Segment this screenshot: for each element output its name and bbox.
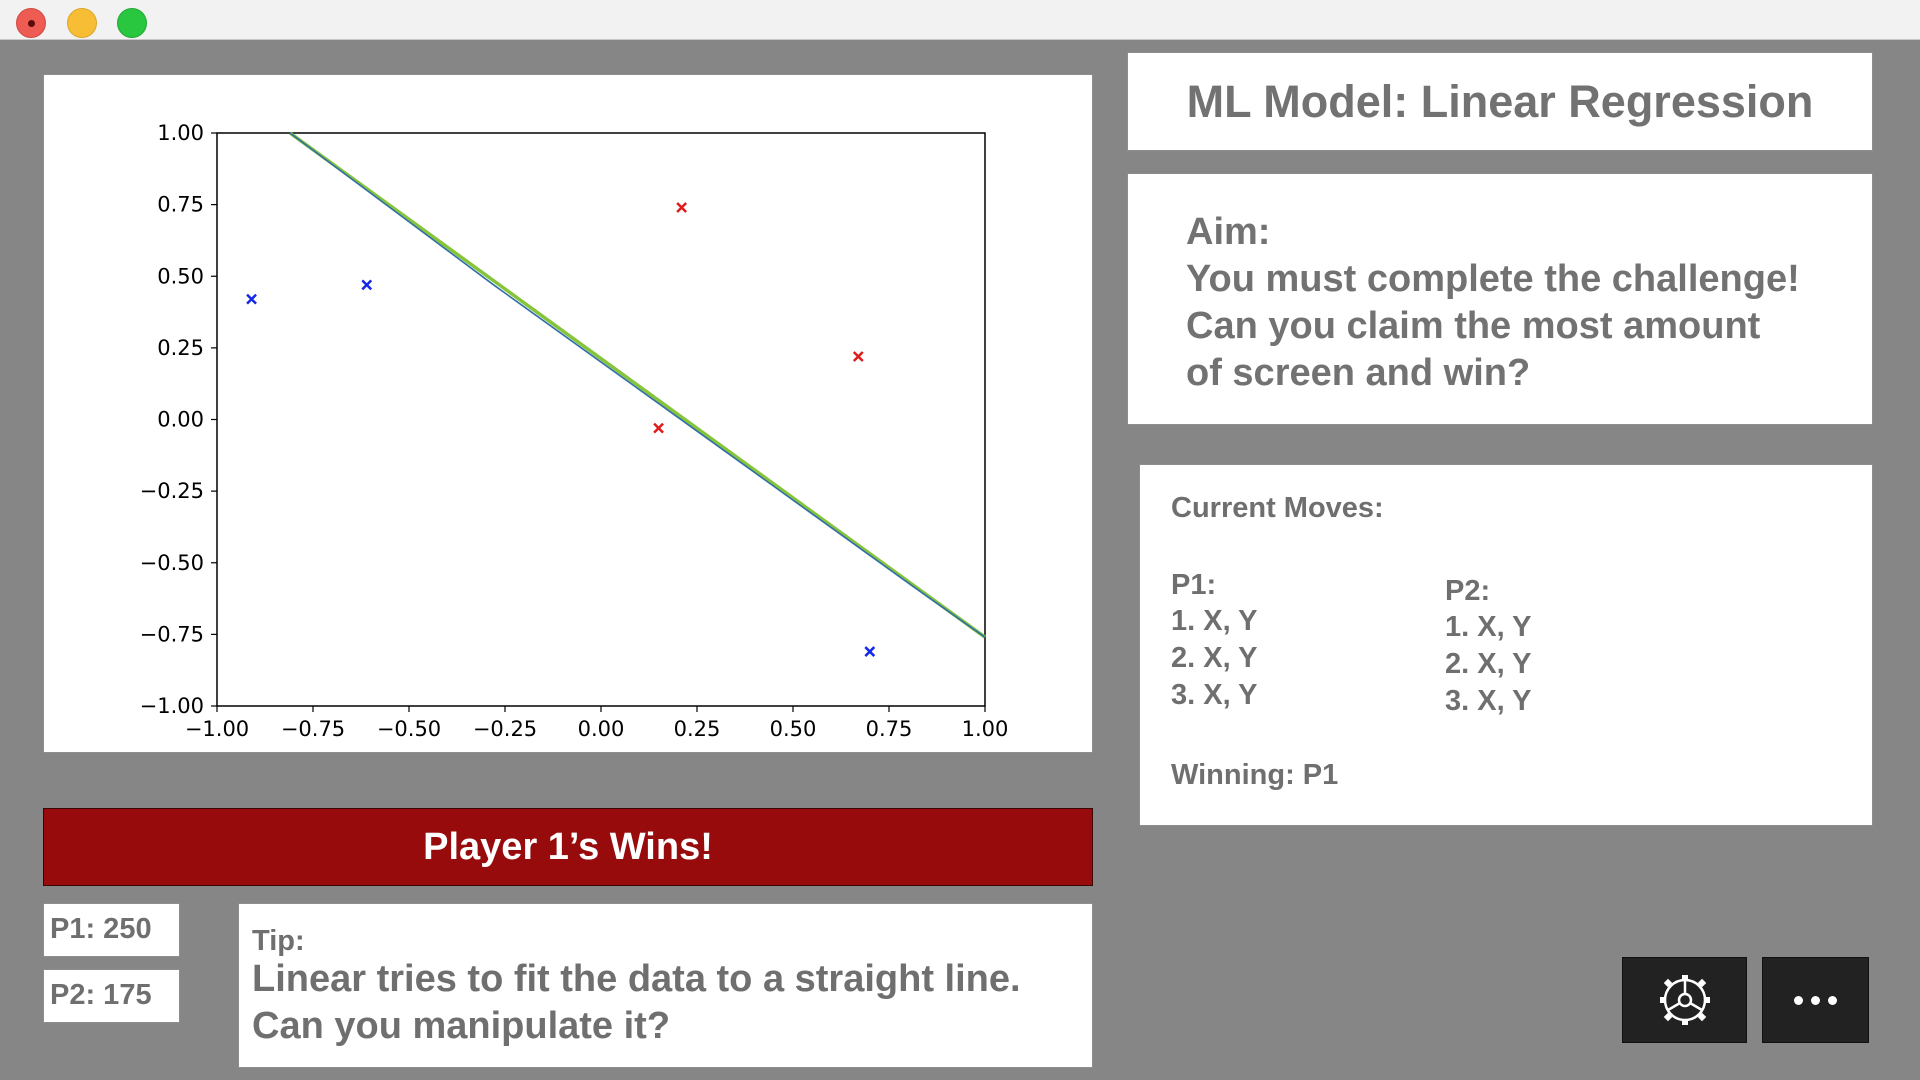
scatter-chart[interactable]: −1.00 −0.75 −0.50 −0.25 0.00 0.25 0.50 0.75 1.00… [44,75,1094,754]
p2-moves-label: P2: [1445,575,1491,607]
data-point [361,279,373,291]
page-title: ML Model: Linear Regression [1186,75,1814,127]
data-point [653,422,664,434]
y-tick-label: 0.75 [157,193,204,217]
x-tick-label: −0.25 [473,717,537,741]
data-point [864,646,876,657]
window-titlebar [0,0,1920,40]
x-tick-label: 0.25 [674,717,721,741]
x-tick-label: 1.00 [962,717,1009,741]
model-title-panel: ML Model: Linear Regression [1127,52,1873,151]
y-tick-label: −0.25 [140,479,204,503]
aim-line: Can you claim the most amount [1186,305,1761,347]
p1-move-item: 1. X, Y [1171,605,1258,637]
tip-line: Can you manipulate it? [252,1005,671,1047]
data-point [852,351,864,362]
x-tick-label: −1.00 [185,717,249,741]
winning-status: Winning: P1 [1171,759,1339,791]
more-dots-icon [1811,995,1820,1005]
gear-icon [1659,975,1710,1025]
chart-panel[interactable]: −1.00 −0.75 −0.50 −0.25 0.00 0.25 0.50 0.75 1.00… [43,74,1093,753]
y-tick-label: −1.00 [140,694,204,718]
more-dots-icon [1794,995,1803,1005]
x-tick-label: 0.00 [578,717,625,741]
moves-title: Current Moves: [1171,492,1384,524]
p2-move-item: 2. X, Y [1445,648,1532,680]
more-dots-icon [1828,995,1837,1005]
p2-score: P2: 175 [43,969,180,1023]
p1-score: P1: 250 [43,903,180,957]
more-button[interactable] [1762,957,1869,1043]
plot-frame [216,132,986,707]
current-moves-panel: Current Moves: P1: 1. X, Y 2. X, Y 3. X,… [1139,464,1873,826]
x-tick-label: −0.75 [281,717,345,741]
y-tick-label: 1.00 [157,121,204,145]
y-tick-label: −0.50 [140,551,204,575]
p1-moves-label: P1: [1171,569,1217,601]
tip-line: Linear tries to fit the data to a straig… [252,958,1021,1000]
minimize-icon[interactable] [67,8,97,38]
data-point [246,293,257,305]
data-point [676,202,688,213]
y-tick-label: 0.50 [157,264,204,288]
aim-heading: Aim: [1186,211,1271,253]
p2-move-item: 3. X, Y [1445,685,1532,717]
winner-banner: Player 1’s Wins! [43,808,1093,886]
winner-text: Player 1’s Wins! [423,825,713,868]
p1-move-item: 2. X, Y [1171,642,1258,674]
aim-line: You must complete the challenge! [1186,258,1800,300]
aim-line: of screen and win? [1186,352,1531,394]
settings-button[interactable] [1622,957,1747,1043]
regression-line [288,131,987,639]
aim-panel: Aim: You must complete the challenge! Ca… [1127,173,1873,425]
y-tick-label: −0.75 [140,622,204,646]
y-tick-label: 0.00 [157,408,204,432]
p2-move-item: 1. X, Y [1445,611,1532,643]
close-icon[interactable] [16,8,46,38]
x-tick-label: −0.50 [377,717,441,741]
maximize-icon[interactable] [117,8,147,38]
x-tick-label: 0.75 [866,717,913,741]
tip-panel: Tip: Linear tries to fit the data to a s… [238,903,1093,1068]
p1-move-item: 3. X, Y [1171,679,1258,711]
x-tick-label: 0.50 [770,717,817,741]
y-tick-label: 0.25 [157,336,204,360]
tip-label: Tip: [252,925,305,957]
